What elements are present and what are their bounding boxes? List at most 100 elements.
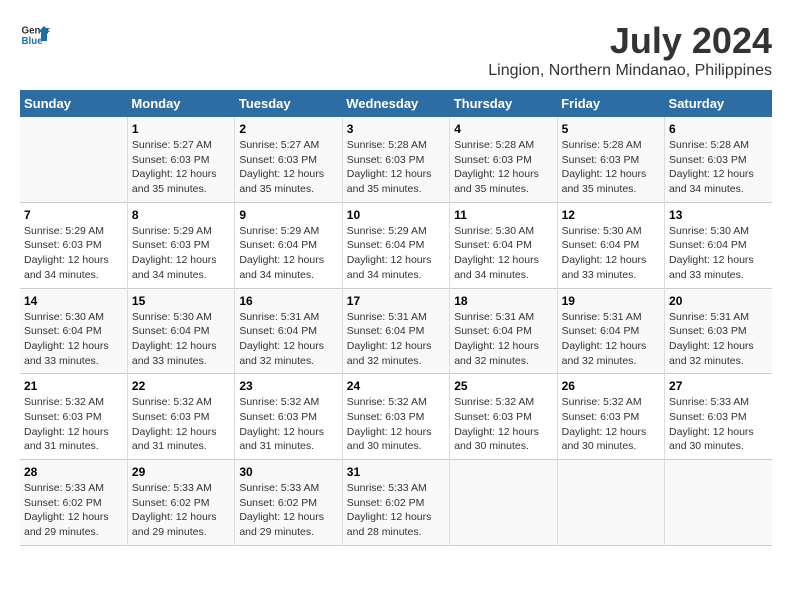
- day-info: Sunrise: 5:33 AMSunset: 6:03 PMDaylight:…: [669, 395, 768, 454]
- day-info: Sunrise: 5:30 AMSunset: 6:04 PMDaylight:…: [562, 224, 660, 283]
- day-info: Sunrise: 5:33 AMSunset: 6:02 PMDaylight:…: [239, 481, 337, 540]
- day-number: 29: [132, 465, 230, 479]
- day-info: Sunrise: 5:29 AMSunset: 6:04 PMDaylight:…: [239, 224, 337, 283]
- calendar-cell: 30 Sunrise: 5:33 AMSunset: 6:02 PMDayligh…: [235, 460, 342, 546]
- calendar-cell: 7 Sunrise: 5:29 AMSunset: 6:03 PMDaylight…: [20, 202, 127, 288]
- header-cell-monday: Monday: [127, 90, 234, 117]
- day-number: 6: [669, 122, 768, 136]
- day-info: Sunrise: 5:29 AMSunset: 6:03 PMDaylight:…: [24, 224, 123, 283]
- day-info: Sunrise: 5:28 AMSunset: 6:03 PMDaylight:…: [562, 138, 660, 197]
- logo-icon: General Blue: [20, 20, 50, 50]
- day-info: Sunrise: 5:27 AMSunset: 6:03 PMDaylight:…: [239, 138, 337, 197]
- calendar-cell: 4 Sunrise: 5:28 AMSunset: 6:03 PMDaylight…: [450, 117, 557, 202]
- day-number: 10: [347, 208, 445, 222]
- day-info: Sunrise: 5:28 AMSunset: 6:03 PMDaylight:…: [669, 138, 768, 197]
- calendar-cell: 9 Sunrise: 5:29 AMSunset: 6:04 PMDaylight…: [235, 202, 342, 288]
- day-number: 28: [24, 465, 123, 479]
- day-number: 3: [347, 122, 445, 136]
- day-number: 11: [454, 208, 552, 222]
- day-number: 22: [132, 379, 230, 393]
- day-info: Sunrise: 5:33 AMSunset: 6:02 PMDaylight:…: [347, 481, 445, 540]
- day-info: Sunrise: 5:28 AMSunset: 6:03 PMDaylight:…: [454, 138, 552, 197]
- day-number: 20: [669, 294, 768, 308]
- page-subtitle: Lingion, Northern Mindanao, Philippines: [488, 62, 772, 80]
- day-number: 2: [239, 122, 337, 136]
- calendar-cell: 20Sunrise: 5:31 AMSunset: 6:03 PMDayligh…: [665, 288, 772, 374]
- calendar-cell: 31 Sunrise: 5:33 AMSunset: 6:02 PMDayligh…: [342, 460, 449, 546]
- calendar-cell: 13 Sunrise: 5:30 AMSunset: 6:04 PMDayligh…: [665, 202, 772, 288]
- day-number: 17: [347, 294, 445, 308]
- calendar-cell: 21Sunrise: 5:32 AMSunset: 6:03 PMDayligh…: [20, 374, 127, 460]
- day-info: Sunrise: 5:30 AMSunset: 6:04 PMDaylight:…: [132, 310, 230, 369]
- header-cell-saturday: Saturday: [665, 90, 772, 117]
- calendar-cell: 3 Sunrise: 5:28 AMSunset: 6:03 PMDaylight…: [342, 117, 449, 202]
- day-number: 25: [454, 379, 552, 393]
- day-info: Sunrise: 5:29 AMSunset: 6:04 PMDaylight:…: [347, 224, 445, 283]
- day-number: 30: [239, 465, 337, 479]
- logo: General Blue: [20, 20, 50, 50]
- calendar-cell: 8 Sunrise: 5:29 AMSunset: 6:03 PMDaylight…: [127, 202, 234, 288]
- calendar-cell: 2 Sunrise: 5:27 AMSunset: 6:03 PMDaylight…: [235, 117, 342, 202]
- calendar-cell: 14 Sunrise: 5:30 AMSunset: 6:04 PMDayligh…: [20, 288, 127, 374]
- calendar-cell: 17 Sunrise: 5:31 AMSunset: 6:04 PMDayligh…: [342, 288, 449, 374]
- calendar-cell: 12 Sunrise: 5:30 AMSunset: 6:04 PMDayligh…: [557, 202, 664, 288]
- calendar-cell: 6 Sunrise: 5:28 AMSunset: 6:03 PMDaylight…: [665, 117, 772, 202]
- day-number: 18: [454, 294, 552, 308]
- calendar-cell: 15 Sunrise: 5:30 AMSunset: 6:04 PMDayligh…: [127, 288, 234, 374]
- day-info: Sunrise: 5:31 AMSunset: 6:04 PMDaylight:…: [454, 310, 552, 369]
- week-row-1: 1Sunrise: 5:27 AMSunset: 6:03 PMDaylight…: [20, 117, 772, 202]
- title-section: July 2024 Lingion, Northern Mindanao, Ph…: [488, 20, 772, 80]
- day-number: 8: [132, 208, 230, 222]
- day-number: 9: [239, 208, 337, 222]
- day-info: Sunrise: 5:33 AMSunset: 6:02 PMDaylight:…: [24, 481, 123, 540]
- day-number: 14: [24, 294, 123, 308]
- calendar-cell: [450, 460, 557, 546]
- day-info: Sunrise: 5:31 AMSunset: 6:04 PMDaylight:…: [347, 310, 445, 369]
- calendar-cell: 10 Sunrise: 5:29 AMSunset: 6:04 PMDayligh…: [342, 202, 449, 288]
- calendar-cell: 28 Sunrise: 5:33 AMSunset: 6:02 PMDayligh…: [20, 460, 127, 546]
- calendar-cell: [20, 117, 127, 202]
- day-info: Sunrise: 5:30 AMSunset: 6:04 PMDaylight:…: [454, 224, 552, 283]
- day-info: Sunrise: 5:31 AMSunset: 6:04 PMDaylight:…: [562, 310, 660, 369]
- week-row-5: 28 Sunrise: 5:33 AMSunset: 6:02 PMDayligh…: [20, 460, 772, 546]
- day-number: 26: [562, 379, 660, 393]
- day-info: Sunrise: 5:32 AMSunset: 6:03 PMDaylight:…: [454, 395, 552, 454]
- calendar-cell: 19Sunrise: 5:31 AMSunset: 6:04 PMDayligh…: [557, 288, 664, 374]
- day-info: Sunrise: 5:29 AMSunset: 6:03 PMDaylight:…: [132, 224, 230, 283]
- day-number: 7: [24, 208, 123, 222]
- day-info: Sunrise: 5:33 AMSunset: 6:02 PMDaylight:…: [132, 481, 230, 540]
- day-number: 15: [132, 294, 230, 308]
- calendar-cell: 16Sunrise: 5:31 AMSunset: 6:04 PMDayligh…: [235, 288, 342, 374]
- day-number: 5: [562, 122, 660, 136]
- day-info: Sunrise: 5:32 AMSunset: 6:03 PMDaylight:…: [562, 395, 660, 454]
- calendar-cell: 29 Sunrise: 5:33 AMSunset: 6:02 PMDayligh…: [127, 460, 234, 546]
- day-info: Sunrise: 5:27 AMSunset: 6:03 PMDaylight:…: [132, 138, 230, 197]
- week-row-3: 14 Sunrise: 5:30 AMSunset: 6:04 PMDayligh…: [20, 288, 772, 374]
- day-info: Sunrise: 5:32 AMSunset: 6:03 PMDaylight:…: [347, 395, 445, 454]
- day-info: Sunrise: 5:32 AMSunset: 6:03 PMDaylight:…: [24, 395, 123, 454]
- calendar-cell: 11 Sunrise: 5:30 AMSunset: 6:04 PMDayligh…: [450, 202, 557, 288]
- week-row-4: 21Sunrise: 5:32 AMSunset: 6:03 PMDayligh…: [20, 374, 772, 460]
- day-number: 13: [669, 208, 768, 222]
- day-number: 31: [347, 465, 445, 479]
- header-cell-tuesday: Tuesday: [235, 90, 342, 117]
- header-cell-friday: Friday: [557, 90, 664, 117]
- day-info: Sunrise: 5:30 AMSunset: 6:04 PMDaylight:…: [24, 310, 123, 369]
- calendar-cell: 25 Sunrise: 5:32 AMSunset: 6:03 PMDayligh…: [450, 374, 557, 460]
- day-number: 12: [562, 208, 660, 222]
- day-number: 24: [347, 379, 445, 393]
- day-number: 4: [454, 122, 552, 136]
- page-header: General Blue July 2024 Lingion, Northern…: [20, 20, 772, 80]
- calendar-cell: 5 Sunrise: 5:28 AMSunset: 6:03 PMDaylight…: [557, 117, 664, 202]
- header-cell-wednesday: Wednesday: [342, 90, 449, 117]
- day-info: Sunrise: 5:28 AMSunset: 6:03 PMDaylight:…: [347, 138, 445, 197]
- header-row: SundayMondayTuesdayWednesdayThursdayFrid…: [20, 90, 772, 117]
- calendar-cell: 26 Sunrise: 5:32 AMSunset: 6:03 PMDayligh…: [557, 374, 664, 460]
- header-cell-sunday: Sunday: [20, 90, 127, 117]
- calendar-cell: 24 Sunrise: 5:32 AMSunset: 6:03 PMDayligh…: [342, 374, 449, 460]
- calendar-table: SundayMondayTuesdayWednesdayThursdayFrid…: [20, 90, 772, 546]
- day-info: Sunrise: 5:30 AMSunset: 6:04 PMDaylight:…: [669, 224, 768, 283]
- day-number: 16: [239, 294, 337, 308]
- week-row-2: 7 Sunrise: 5:29 AMSunset: 6:03 PMDaylight…: [20, 202, 772, 288]
- page-title: July 2024: [488, 20, 772, 62]
